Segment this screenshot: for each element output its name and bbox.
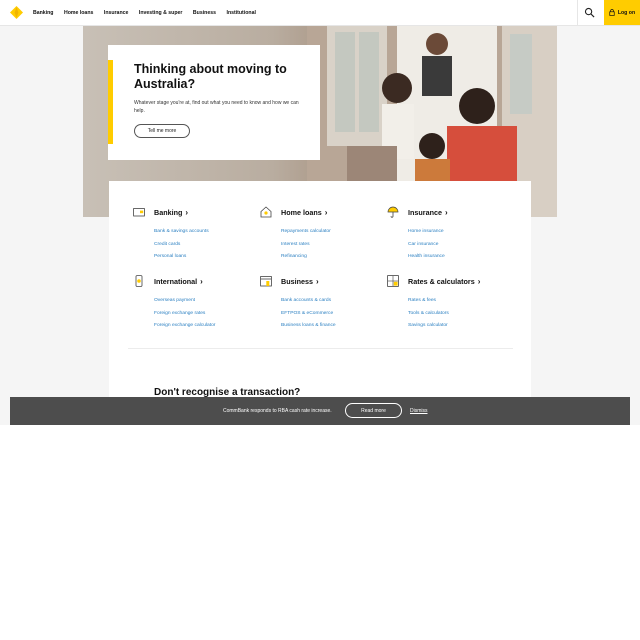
category-rates-calculators-header[interactable]: Rates & calculators › <box>387 275 507 287</box>
category-banking-header[interactable]: Banking › <box>133 206 253 218</box>
log-on-button[interactable]: Log on <box>604 0 640 25</box>
phone-globe-icon <box>135 275 143 287</box>
link-tools-calculators[interactable]: Tools & calculators <box>408 308 507 321</box>
category-title: Banking <box>154 207 183 217</box>
nav-divider <box>577 0 578 25</box>
link-foreign-exchange-calculator[interactable]: Foreign exchange calculator <box>154 320 253 333</box>
link-interest-rates[interactable]: Interest rates <box>281 239 380 252</box>
chevron-right-icon: › <box>200 276 203 286</box>
nav-item-banking[interactable]: Banking <box>33 10 53 16</box>
chevron-right-icon: › <box>444 207 448 217</box>
link-health-insurance[interactable]: Health insurance <box>408 251 507 264</box>
hero-card: Thinking about moving to Australia? What… <box>108 45 320 160</box>
search-icon[interactable] <box>584 7 595 18</box>
category-home-loans: Home loans › Repayments calculator Inter… <box>260 206 380 264</box>
link-car-insurance[interactable]: Car insurance <box>408 239 507 252</box>
calculator-icon <box>387 275 399 287</box>
category-title: Business <box>281 276 313 286</box>
read-more-button[interactable]: Read more <box>345 403 402 418</box>
link-credit-cards[interactable]: Credit cards <box>154 239 253 252</box>
top-navigation: Banking Home loans Insurance Investing &… <box>0 0 640 26</box>
lock-icon <box>609 9 615 16</box>
link-eftpos-ecommerce[interactable]: EFTPOS & eCommerce <box>281 308 380 321</box>
hero-accent-bar <box>108 60 113 144</box>
hero-description: Whatever stage you're at, find out what … <box>134 100 299 114</box>
chevron-right-icon: › <box>324 207 328 217</box>
category-international-header[interactable]: International › <box>133 275 253 287</box>
category-business: Business › Bank accounts & cards EFTPOS … <box>260 275 380 333</box>
category-insurance: Insurance › Home insurance Car insurance… <box>387 206 507 264</box>
link-rates-fees[interactable]: Rates & fees <box>408 295 507 308</box>
dismiss-link[interactable]: Dismiss <box>410 408 428 414</box>
nav-item-business[interactable]: Business <box>193 10 216 16</box>
category-title: Insurance <box>408 207 442 217</box>
link-business-loans-finance[interactable]: Business loans & finance <box>281 320 380 333</box>
nav-item-home-loans[interactable]: Home loans <box>64 10 93 16</box>
wallet-icon <box>133 208 145 217</box>
commbank-logo[interactable] <box>10 6 23 19</box>
log-on-label: Log on <box>617 9 636 16</box>
hero-title: Thinking about moving to Australia? <box>134 62 287 91</box>
notification-banner: CommBank responds to RBA cash rate incre… <box>10 397 630 425</box>
main-nav: Banking Home loans Insurance Investing &… <box>33 0 266 25</box>
chevron-right-icon: › <box>315 276 319 286</box>
tell-me-more-button[interactable]: Tell me more <box>134 124 190 138</box>
link-bank-accounts-cards[interactable]: Bank accounts & cards <box>281 295 380 308</box>
section-divider <box>128 348 513 349</box>
nav-item-investing-super[interactable]: Investing & super <box>139 10 183 16</box>
chevron-right-icon: › <box>185 207 189 217</box>
umbrella-icon <box>387 206 399 218</box>
category-rates-calculators: Rates & calculators › Rates & fees Tools… <box>387 275 507 333</box>
link-bank-savings-accounts[interactable]: Bank & savings accounts <box>154 226 253 239</box>
nav-item-institutional[interactable]: Institutional <box>227 10 256 16</box>
category-insurance-header[interactable]: Insurance › <box>387 206 507 218</box>
category-home-loans-header[interactable]: Home loans › <box>260 206 380 218</box>
link-savings-calculator[interactable]: Savings calculator <box>408 320 507 333</box>
link-repayments-calculator[interactable]: Repayments calculator <box>281 226 380 239</box>
category-banking: Banking › Bank & savings accounts Credit… <box>133 206 253 264</box>
category-international: International › Overseas payment Foreign… <box>133 275 253 333</box>
category-title: Home loans <box>281 207 322 217</box>
link-home-insurance[interactable]: Home insurance <box>408 226 507 239</box>
chevron-right-icon: › <box>477 276 481 286</box>
house-icon <box>260 206 272 218</box>
link-refinancing[interactable]: Refinancing <box>281 251 380 264</box>
link-foreign-exchange-rates[interactable]: Foreign exchange rates <box>154 308 253 321</box>
link-personal-loans[interactable]: Personal loans <box>154 251 253 264</box>
storefront-icon <box>260 276 272 287</box>
category-title: Rates & calculators <box>408 276 475 286</box>
link-overseas-payment[interactable]: Overseas payment <box>154 295 253 308</box>
nav-item-insurance[interactable]: Insurance <box>104 10 129 16</box>
category-title: International <box>154 276 198 286</box>
banner-message: CommBank responds to RBA cash rate incre… <box>223 408 332 414</box>
category-business-header[interactable]: Business › <box>260 275 380 287</box>
